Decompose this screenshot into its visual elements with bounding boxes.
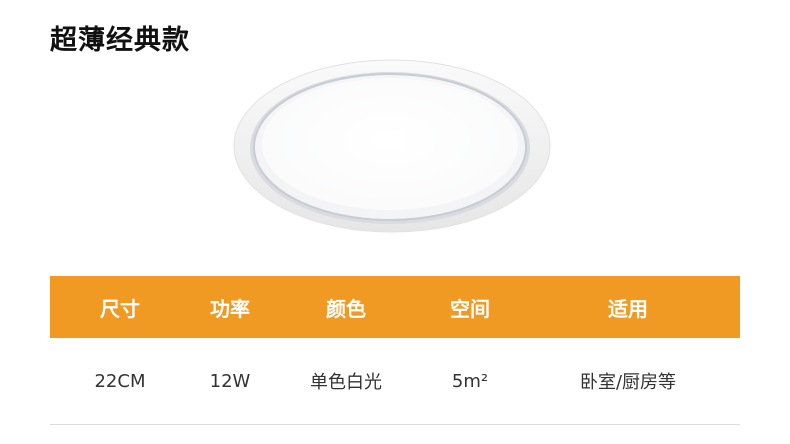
ceiling-light-image <box>233 59 551 233</box>
page-title: 超薄经典款 <box>50 25 190 56</box>
table-row: 22CM 12W 单色白光 5m² 卧室/厨房等 <box>50 338 740 425</box>
value-space: 5m² <box>451 370 489 392</box>
spec-table-header: 尺寸 功率 颜色 空间 适用 <box>50 276 740 338</box>
spec-table: 尺寸 功率 颜色 空间 适用 22CM 12W 单色白光 5m² 卧室/厨房等 <box>50 276 740 425</box>
header-power: 功率 <box>210 296 250 321</box>
header-size: 尺寸 <box>100 296 140 321</box>
header-space: 空间 <box>450 296 490 321</box>
header-usage: 适用 <box>608 296 648 321</box>
value-usage: 卧室/厨房等 <box>579 372 677 393</box>
value-color: 单色白光 <box>310 372 382 393</box>
value-power: 12W <box>209 370 251 392</box>
header-color: 颜色 <box>326 296 366 321</box>
value-size: 22CM <box>94 370 146 392</box>
